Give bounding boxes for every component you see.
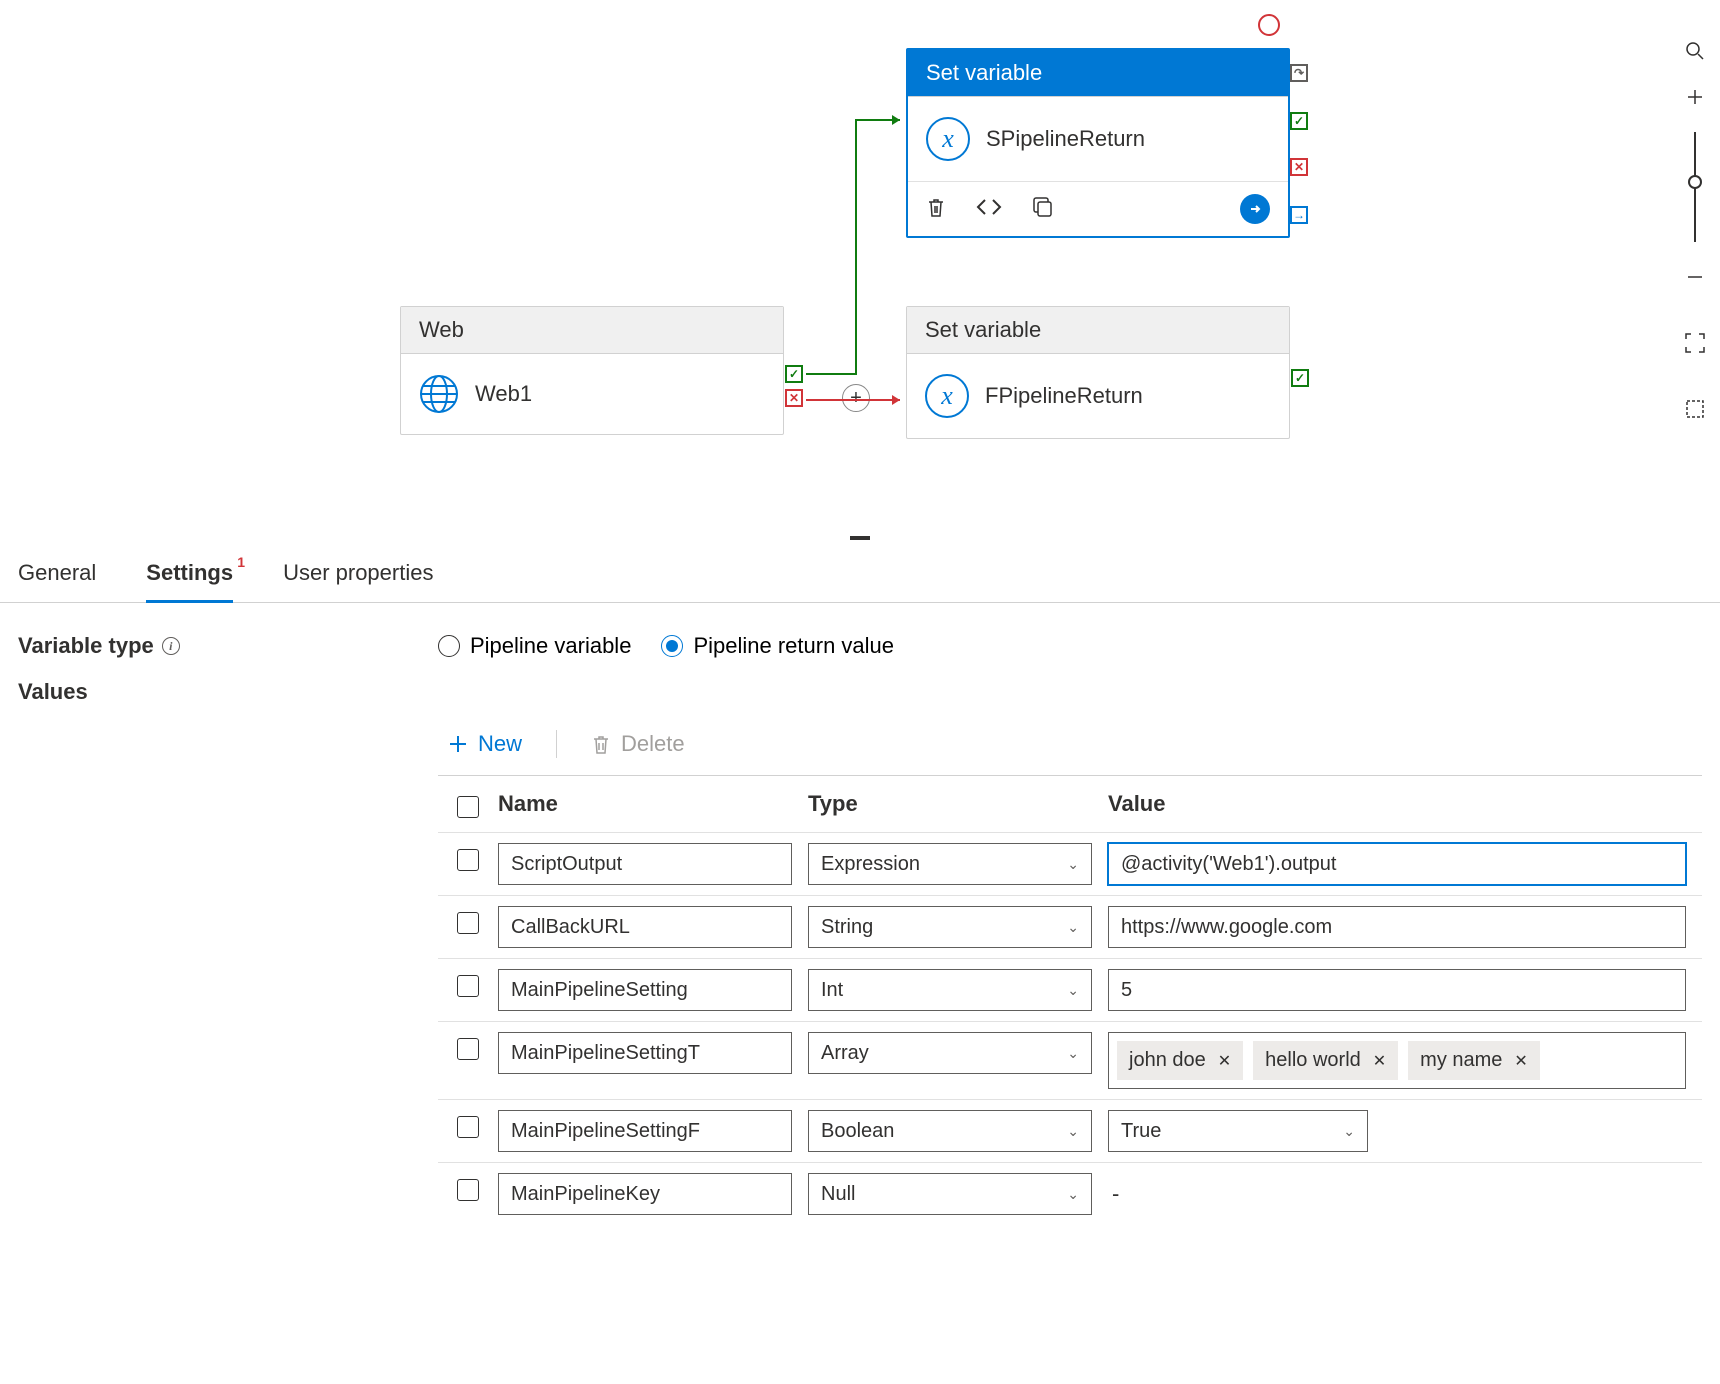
row-checkbox[interactable] [457, 1116, 479, 1138]
name-input[interactable] [498, 906, 792, 948]
row-checkbox[interactable] [457, 849, 479, 871]
expand-icon[interactable] [1240, 194, 1270, 224]
code-icon[interactable] [976, 197, 1002, 222]
button-label: New [478, 731, 522, 757]
remove-tag-icon[interactable]: ✕ [1514, 1051, 1527, 1071]
column-header-name[interactable]: Name [498, 791, 808, 817]
row-checkbox[interactable] [457, 975, 479, 997]
toolbar-divider [556, 730, 557, 758]
success-port[interactable]: ✓ [1291, 369, 1309, 387]
delete-icon[interactable] [926, 196, 946, 223]
table-row: Null⌄- [438, 1162, 1702, 1225]
table-row: Expression⌄ [438, 832, 1702, 895]
table-row: Int⌄ [438, 958, 1702, 1021]
canvas-right-toolbar [1670, 20, 1720, 420]
value-select[interactable]: True⌄ [1108, 1110, 1368, 1152]
column-header-value[interactable]: Value [1108, 791, 1702, 817]
tab-label: Settings [146, 560, 233, 585]
zoom-in-icon[interactable] [1684, 86, 1706, 108]
panel-resize-handle[interactable] [850, 536, 870, 540]
tab-user-properties[interactable]: User properties [283, 560, 433, 602]
table-row: String⌄ [438, 895, 1702, 958]
new-button[interactable]: New [438, 725, 532, 763]
type-select[interactable]: String⌄ [808, 906, 1092, 948]
type-select[interactable]: Expression⌄ [808, 843, 1092, 885]
type-select[interactable]: Array⌄ [808, 1032, 1092, 1074]
name-input[interactable] [498, 1110, 792, 1152]
row-checkbox[interactable] [457, 912, 479, 934]
tags-input[interactable]: john doe✕ hello world✕ my name✕ [1108, 1032, 1686, 1089]
variable-type-label: Variable type i [18, 633, 438, 659]
row-checkbox[interactable] [457, 1038, 479, 1060]
zoom-slider[interactable] [1684, 132, 1706, 242]
activity-header: Set variable [907, 307, 1289, 354]
add-activity-button[interactable]: + [842, 384, 870, 412]
table-row: Array⌄ john doe✕ hello world✕ my name✕ [438, 1021, 1702, 1099]
success-port[interactable]: ✓ [1290, 112, 1308, 130]
row-checkbox[interactable] [457, 1179, 479, 1201]
select-all-checkbox[interactable] [457, 796, 479, 818]
column-header-type[interactable]: Type [808, 791, 1108, 817]
tag: john doe✕ [1117, 1041, 1243, 1080]
globe-icon [419, 374, 459, 414]
tab-badge: 1 [237, 554, 245, 570]
info-icon[interactable]: i [162, 637, 180, 655]
name-input[interactable] [498, 969, 792, 1011]
skip-port[interactable]: → [1290, 206, 1308, 224]
radio-label: Pipeline variable [470, 633, 631, 659]
radio-label: Pipeline return value [693, 633, 894, 659]
tab-settings[interactable]: Settings 1 [146, 560, 233, 603]
fullscreen-icon[interactable] [1684, 398, 1706, 420]
pipeline-canvas[interactable]: Web Web1 ✓ ✕ + Set variable x SPipelineR… [0, 0, 1720, 540]
name-input[interactable] [498, 1173, 792, 1215]
values-label: Values [18, 679, 438, 705]
type-select[interactable]: Int⌄ [808, 969, 1092, 1011]
validation-error-marker [1258, 14, 1280, 36]
button-label: Delete [621, 731, 685, 757]
success-port[interactable]: ✓ [785, 365, 803, 383]
copy-icon[interactable] [1032, 196, 1054, 223]
radio-pipeline-return[interactable]: Pipeline return value [661, 633, 894, 659]
activity-set-variable-s[interactable]: Set variable x SPipelineReturn ↷ ✓ ✕ → [906, 48, 1290, 238]
table-row: Boolean⌄ True⌄ [438, 1099, 1702, 1162]
properties-tabs: General Settings 1 User properties [0, 540, 1720, 603]
null-value: - [1108, 1173, 1686, 1215]
radio-pipeline-variable[interactable]: Pipeline variable [438, 633, 631, 659]
type-select[interactable]: Null⌄ [808, 1173, 1092, 1215]
failure-port[interactable]: ✕ [785, 389, 803, 407]
remove-tag-icon[interactable]: ✕ [1218, 1051, 1231, 1071]
fit-icon[interactable] [1684, 332, 1706, 354]
variable-icon: x [926, 117, 970, 161]
zoom-out-icon[interactable] [1684, 266, 1706, 288]
variable-icon: x [925, 374, 969, 418]
value-input[interactable] [1108, 906, 1686, 948]
value-input[interactable] [1108, 843, 1686, 885]
completion-port[interactable]: ↷ [1290, 64, 1308, 82]
settings-panel: Variable type i Pipeline variable Pipeli… [0, 603, 1720, 1255]
values-table: Name Type Value Expression⌄ String⌄ Int⌄ Ar… [438, 775, 1702, 1225]
tab-general[interactable]: General [18, 560, 96, 602]
delete-button[interactable]: Delete [581, 725, 695, 763]
activity-set-variable-f[interactable]: Set variable x FPipelineReturn ✓ [906, 306, 1290, 439]
search-icon[interactable] [1684, 40, 1706, 62]
tag: hello world✕ [1253, 1041, 1398, 1080]
activity-web[interactable]: Web Web1 ✓ ✕ [400, 306, 784, 435]
tag: my name✕ [1408, 1041, 1540, 1080]
failure-port[interactable]: ✕ [1290, 158, 1308, 176]
activity-header: Web [401, 307, 783, 354]
type-select[interactable]: Boolean⌄ [808, 1110, 1092, 1152]
activity-name-label: SPipelineReturn [986, 126, 1145, 152]
value-input[interactable] [1108, 969, 1686, 1011]
name-input[interactable] [498, 843, 792, 885]
activity-name-label: Web1 [475, 381, 532, 407]
remove-tag-icon[interactable]: ✕ [1373, 1051, 1386, 1071]
activity-header: Set variable [908, 50, 1288, 97]
activity-toolbar [908, 181, 1288, 236]
activity-name-label: FPipelineReturn [985, 383, 1143, 409]
name-input[interactable] [498, 1032, 792, 1074]
